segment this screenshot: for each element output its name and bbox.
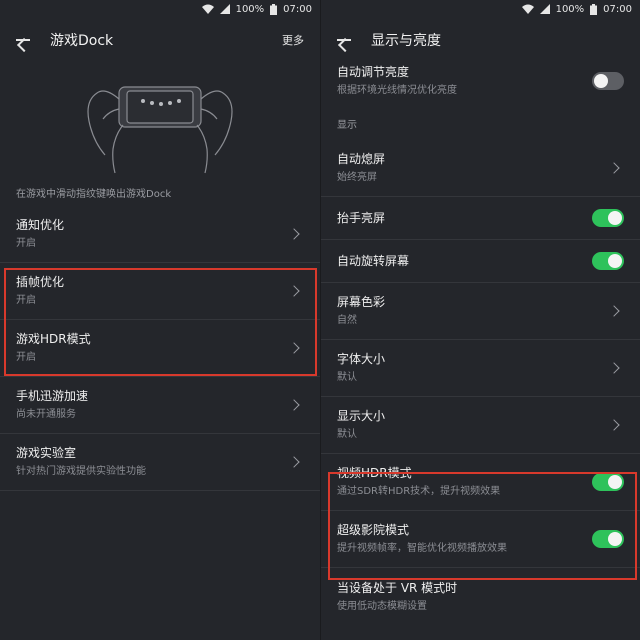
item-title: 视频HDR模式	[337, 466, 412, 480]
chevron-right-icon	[288, 285, 300, 297]
back-arrow-icon[interactable]	[337, 33, 351, 47]
chevron-right-icon	[288, 342, 300, 354]
item-title: 游戏HDR模式	[16, 332, 91, 346]
super-cinema-toggle[interactable]	[592, 530, 624, 548]
font-size-item[interactable]: 字体大小 默认	[321, 340, 640, 397]
wifi-icon	[201, 4, 214, 14]
video-hdr-toggle[interactable]	[592, 473, 624, 491]
item-subtitle: 开启	[16, 295, 36, 306]
item-subtitle: 针对热门游戏提供实验性功能	[16, 466, 146, 477]
vr-mode-item[interactable]: 当设备处于 VR 模式时 使用低动态模糊设置	[321, 568, 640, 625]
item-title: 超级影院模式	[337, 523, 410, 537]
item-subtitle: 自然	[337, 315, 357, 326]
battery-icon	[270, 3, 278, 15]
game-hdr-mode-item[interactable]: 游戏HDR模式 开启	[0, 320, 320, 377]
hands-holding-phone-illustration	[0, 62, 320, 186]
frame-interpolation-item[interactable]: 插帧优化 开启	[0, 263, 320, 320]
chevron-right-icon	[608, 305, 620, 317]
game-dock-screen: 100% 07:00 游戏Dock 更多 在游戏中滑动指纹键唤出游戏Dock 通…	[0, 0, 320, 640]
item-title: 插帧优化	[16, 275, 65, 289]
battery-text: 100%	[555, 3, 585, 15]
display-size-item[interactable]: 显示大小 默认	[321, 397, 640, 454]
item-title: 抬手亮屏	[337, 210, 386, 225]
app-bar: 游戏Dock 更多	[0, 18, 320, 62]
item-title: 自动旋转屏幕	[337, 253, 410, 268]
item-subtitle: 尚未开通服务	[16, 409, 76, 420]
item-subtitle: 使用低动态模糊设置	[337, 600, 427, 612]
item-title: 自动调节亮度	[337, 65, 410, 79]
game-accelerator-item[interactable]: 手机迅游加速 尚未开通服务	[0, 377, 320, 434]
item-subtitle: 开启	[16, 352, 36, 363]
auto-brightness-toggle[interactable]	[592, 72, 624, 90]
item-subtitle: 根据环境光线情况优化亮度	[337, 85, 457, 96]
auto-rotate-toggle[interactable]	[592, 252, 624, 270]
battery-text: 100%	[235, 3, 265, 15]
super-cinema-mode-item[interactable]: 超级影院模式提升视频帧率，智能优化视频播放效果	[321, 511, 640, 568]
auto-screen-off-item[interactable]: 自动熄屏 始终亮屏	[321, 140, 640, 197]
video-hdr-mode-item[interactable]: 视频HDR模式通过SDR转HDR技术，提升视频效果	[321, 454, 640, 511]
chevron-right-icon	[288, 228, 300, 240]
display-brightness-screen: 100% 07:00 显示与亮度 自动调节亮度根据环境光线情况优化亮度 显示 自…	[320, 0, 640, 640]
clock-text: 07:00	[283, 3, 312, 15]
chevron-right-icon	[288, 456, 300, 468]
chevron-right-icon	[288, 399, 300, 411]
chevron-right-icon	[608, 419, 620, 431]
item-subtitle: 默认	[337, 429, 357, 440]
chevron-right-icon	[608, 362, 620, 374]
raise-to-wake-item[interactable]: 抬手亮屏	[321, 197, 640, 240]
clock-text: 07:00	[603, 3, 632, 15]
signal-icon	[539, 4, 550, 14]
status-bar: 100% 07:00	[0, 0, 320, 18]
item-title: 通知优化	[16, 218, 65, 232]
item-title: 自动熄屏	[337, 152, 386, 166]
battery-icon	[590, 3, 598, 15]
page-title: 显示与亮度	[371, 33, 441, 49]
screen-color-item[interactable]: 屏幕色彩 自然	[321, 283, 640, 340]
wifi-icon	[521, 4, 534, 14]
section-label-display: 显示	[337, 120, 357, 131]
item-title: 显示大小	[337, 409, 386, 423]
item-subtitle: 开启	[16, 238, 36, 249]
item-title: 当设备处于 VR 模式时	[337, 580, 458, 595]
item-subtitle: 提升视频帧率，智能优化视频播放效果	[337, 543, 507, 554]
notification-optimize-item[interactable]: 通知优化 开启	[0, 206, 320, 263]
item-title: 游戏实验室	[16, 446, 77, 460]
chevron-right-icon	[608, 162, 620, 174]
status-bar: 100% 07:00	[321, 0, 640, 18]
page-title: 游戏Dock	[50, 33, 114, 49]
raise-to-wake-toggle[interactable]	[592, 209, 624, 227]
more-button[interactable]: 更多	[282, 32, 304, 48]
item-title: 手机迅游加速	[16, 389, 89, 403]
game-lab-item[interactable]: 游戏实验室针对热门游戏提供实验性功能	[0, 434, 320, 491]
back-arrow-icon[interactable]	[16, 33, 30, 47]
signal-icon	[219, 4, 230, 14]
app-bar: 显示与亮度	[321, 18, 640, 62]
auto-rotate-item[interactable]: 自动旋转屏幕	[321, 240, 640, 283]
item-subtitle: 始终亮屏	[337, 172, 377, 183]
item-subtitle: 默认	[337, 372, 357, 383]
dock-hint-text: 在游戏中滑动指纹键唤出游戏Dock	[16, 189, 172, 200]
auto-brightness-item[interactable]: 自动调节亮度根据环境光线情况优化亮度	[321, 62, 640, 100]
item-title: 屏幕色彩	[337, 295, 386, 309]
item-title: 字体大小	[337, 352, 386, 366]
item-subtitle: 通过SDR转HDR技术，提升视频效果	[337, 486, 501, 497]
